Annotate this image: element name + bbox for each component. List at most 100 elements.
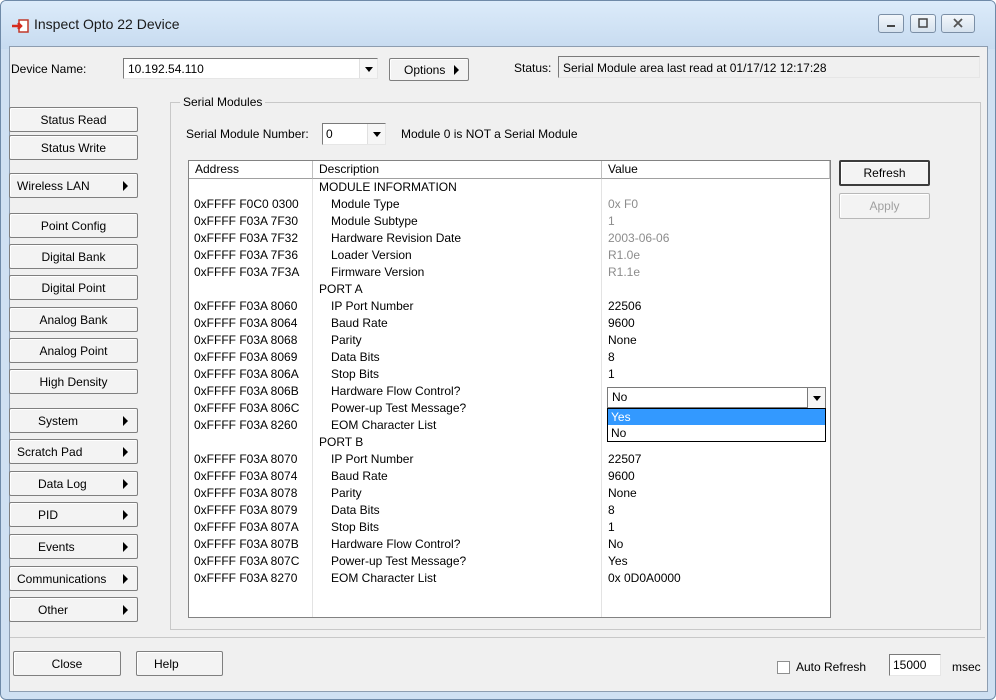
value-cell: 9600 [608,469,635,483]
section-header-row[interactable]: MODULE INFORMATION [189,179,830,196]
sidebar-button-label: High Density [39,374,108,389]
auto-refresh-checkbox[interactable] [777,661,790,674]
address-cell: 0xFFFF F03A 807A [194,520,299,534]
value-cell: 22507 [608,452,642,466]
module-number-combo[interactable]: 0 [322,123,386,145]
sidebar-button-label: Data Log [38,476,87,491]
table-row[interactable]: 0xFFFF F03A 8064 Baud Rate 9600 [189,315,830,332]
status-field: Serial Module area last read at 01/17/12… [558,56,980,78]
refresh-button[interactable]: Refresh [839,160,930,186]
address-cell: 0xFFFF F03A 8070 [194,452,298,466]
module-number-label: Serial Module Number: [186,127,309,141]
sidebar-button-events[interactable]: Events [9,534,138,559]
description-cell: IP Port Number [331,452,414,466]
sidebar-button-communications[interactable]: Communications [9,566,138,591]
sidebar-button-wireless-lan[interactable]: Wireless LAN [9,173,138,198]
table-row[interactable]: 0xFFFF F03A 8270 EOM Character List 0x 0D0… [189,570,830,587]
sidebar-button-analog-bank[interactable]: Analog Bank [9,307,138,332]
sidebar-button-high-density[interactable]: High Density [9,369,138,394]
table-row[interactable]: 0xFFFF F03A 7F3A Firmware Version R1.1e [189,264,830,281]
close-icon[interactable] [941,14,975,33]
main-window: Inspect Opto 22 Device Device Name: 10.1… [0,0,996,700]
options-button[interactable]: Options [389,58,469,81]
table-row[interactable]: 0xFFFF F03A 7F30 Module Subtype 1 [189,213,830,230]
sidebar-button-label: Analog Point [39,343,108,358]
register-table[interactable]: Address Description Value MODULE INFORMA… [188,160,831,618]
table-row[interactable]: 0xFFFF F03A 807C Power-up Test Message? Ye… [189,553,830,570]
value-cell: 8 [608,350,615,364]
sidebar-button-label: Status Read [40,112,107,127]
table-row[interactable]: 0xFFFF F03A 7F32 Hardware Revision Date 20… [189,230,830,247]
sidebar-button-digital-point[interactable]: Digital Point [9,275,138,300]
submenu-arrow-icon [123,446,128,457]
value-cell: No [608,537,624,551]
sidebar-button-scratch-pad[interactable]: Scratch Pad [9,439,138,464]
dropdown-option-yes[interactable]: Yes [608,409,825,425]
table-row[interactable]: 0xFFFF F03A 8074 Baud Rate 9600 [189,468,830,485]
sidebar-button-pid[interactable]: PID [9,502,138,527]
refresh-interval-input[interactable]: 15000 [889,654,941,676]
sidebar-button-analog-point[interactable]: Analog Point [9,338,138,363]
submenu-arrow-icon [123,415,128,426]
app-icon [11,18,31,34]
column-header-value[interactable]: Value [602,161,830,179]
address-cell: 0xFFFF F03A 8079 [194,503,298,517]
address-cell: 0xFFFF F03A 8078 [194,486,298,500]
submenu-arrow-icon [123,541,128,552]
interval-value: 15000 [893,658,927,672]
title-bar[interactable]: Inspect Opto 22 Device [1,1,995,49]
submenu-arrow-icon [123,509,128,520]
chevron-down-icon[interactable] [367,124,385,144]
chevron-down-icon[interactable] [359,59,377,78]
address-cell: 0xFFFF F03A 7F32 [194,231,299,245]
sidebar-button-label: Wireless LAN [17,178,90,193]
table-row[interactable]: 0xFFFF F0C0 0300 Module Type 0x F0 [189,196,830,213]
module-note: Module 0 is NOT a Serial Module [401,127,578,141]
description-cell: Hardware Revision Date [331,231,462,245]
sidebar-button-status-write[interactable]: Status Write [9,135,138,160]
section-header-row[interactable]: PORT A [189,281,830,298]
device-name-combo[interactable]: 10.192.54.110 [123,58,378,79]
sidebar-button-point-config[interactable]: Point Config [9,213,138,238]
description-cell: Firmware Version [331,265,425,279]
table-row[interactable]: 0xFFFF F03A 8068 Parity None [189,332,830,349]
help-button[interactable]: Help [136,651,223,676]
sidebar-button-label: Analog Bank [39,312,108,327]
table-row[interactable]: 0xFFFF F03A 8070 IP Port Number 22507 [189,451,830,468]
sidebar-button-label: System [38,413,79,428]
address-cell: 0xFFFF F03A 8064 [194,316,298,330]
flow-control-dropdown[interactable]: No [607,387,826,410]
apply-button[interactable]: Apply [839,193,930,219]
sidebar-button-digital-bank[interactable]: Digital Bank [9,244,138,269]
description-cell: Hardware Flow Control? [331,537,461,551]
client-area: Device Name: 10.192.54.110 Options Statu… [9,46,988,692]
sidebar-button-status-read[interactable]: Status Read [9,107,138,132]
value-cell: None [608,333,637,347]
sidebar-button-other[interactable]: Other [9,597,138,622]
submenu-arrow-icon [454,64,459,75]
column-header-address[interactable]: Address [189,161,313,179]
table-row[interactable]: 0xFFFF F03A 7F36 Loader Version R1.0e [189,247,830,264]
table-row[interactable]: 0xFFFF F03A 8060 IP Port Number 22506 [189,298,830,315]
help-label: Help [154,656,179,671]
table-row[interactable]: 0xFFFF F03A 8079 Data Bits 8 [189,502,830,519]
sidebar-button-label: Digital Bank [41,249,106,264]
description-cell: Baud Rate [331,316,388,330]
sidebar-button-data-log[interactable]: Data Log [9,471,138,496]
minimize-icon[interactable] [878,14,904,33]
table-row[interactable]: 0xFFFF F03A 8078 Parity None [189,485,830,502]
table-row[interactable]: 0xFFFF F03A 8069 Data Bits 8 [189,349,830,366]
sidebar-button-system[interactable]: System [9,408,138,433]
close-button[interactable]: Close [13,651,121,676]
table-row[interactable]: 0xFFFF F03A 806A Stop Bits 1 [189,366,830,383]
table-row[interactable]: 0xFFFF F03A 807B Hardware Flow Control? No [189,536,830,553]
column-header-description[interactable]: Description [313,161,602,179]
sidebar-button-label: PID [38,507,59,522]
chevron-down-icon[interactable] [807,387,826,410]
description-cell: EOM Character List [331,571,437,585]
dropdown-option-no[interactable]: No [608,425,825,441]
maximize-icon[interactable] [910,14,936,33]
address-cell: 0xFFFF F03A 8270 [194,571,298,585]
table-row[interactable]: 0xFFFF F03A 807A Stop Bits 1 [189,519,830,536]
status-label: Status: [514,61,552,75]
